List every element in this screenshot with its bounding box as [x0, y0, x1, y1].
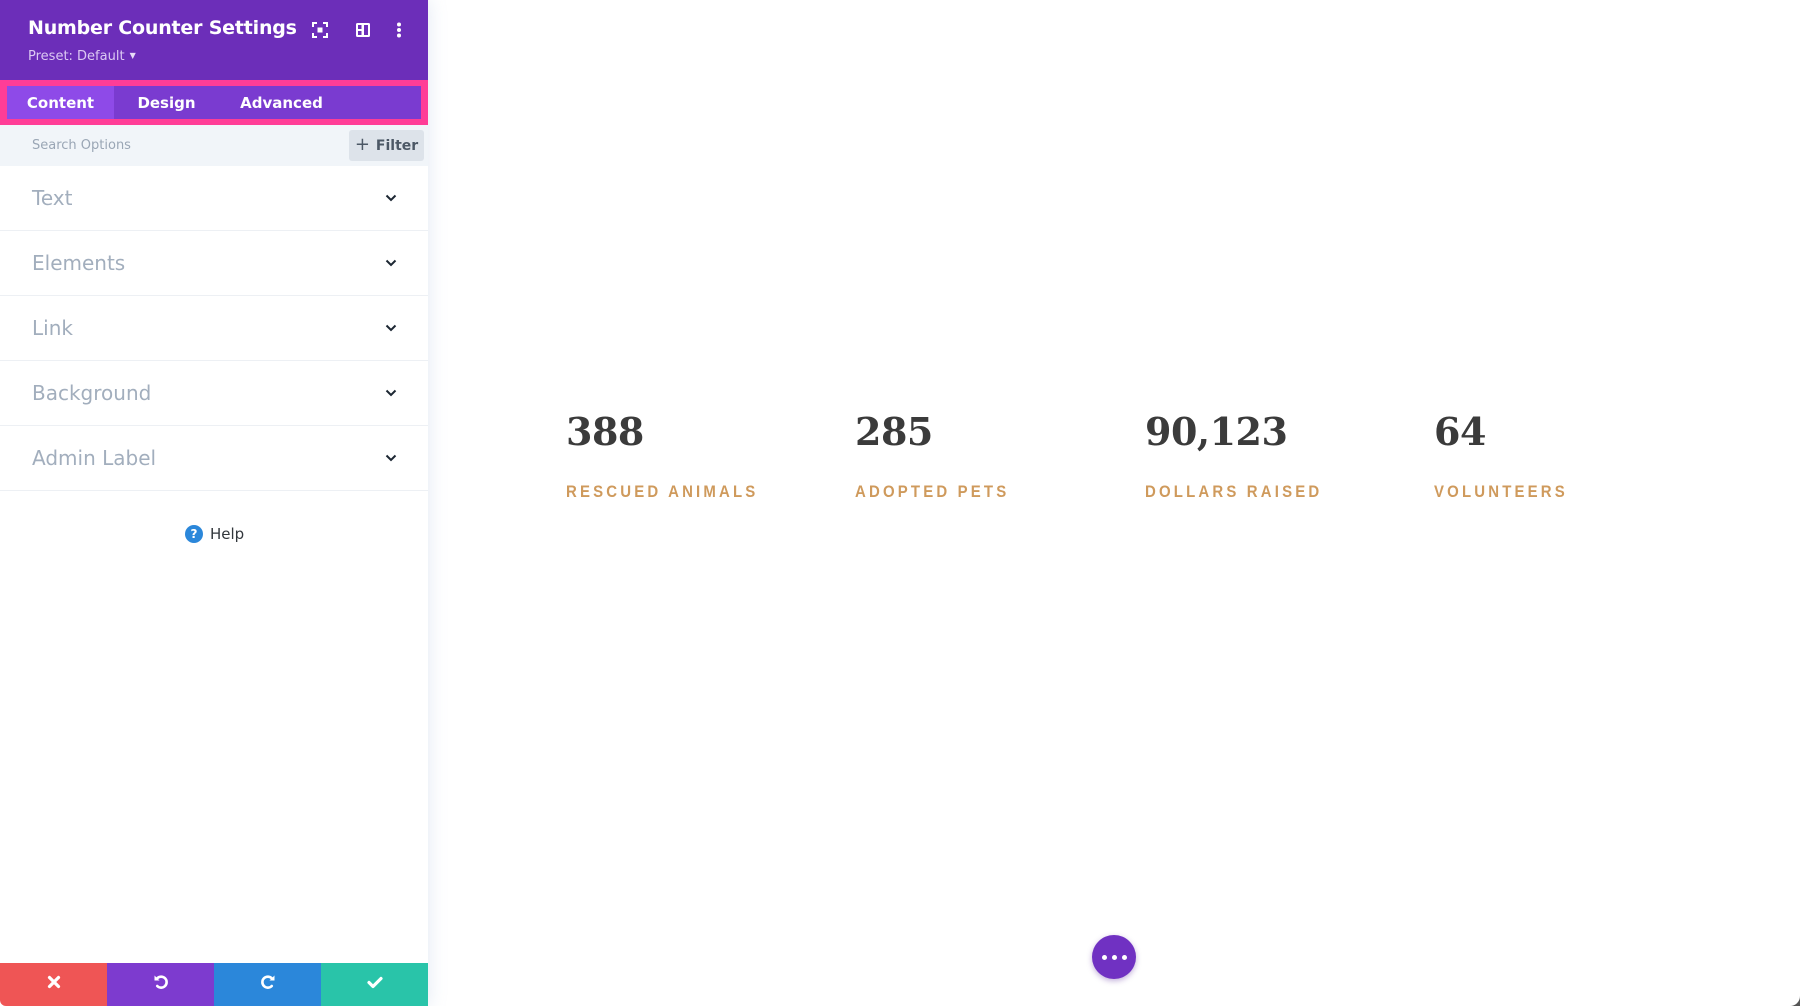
- more-options-icon[interactable]: [389, 20, 409, 40]
- section-label: Text: [32, 186, 73, 210]
- save-button[interactable]: [321, 963, 428, 1006]
- chevron-down-icon: [384, 258, 398, 268]
- number-counter[interactable]: 388 RESCUED ANIMALS: [566, 408, 785, 502]
- section-text[interactable]: Text: [0, 166, 428, 231]
- search-row: + Filter: [0, 125, 428, 166]
- redo-icon: [260, 974, 276, 995]
- preset-label: Preset: Default: [28, 49, 125, 64]
- undo-button[interactable]: [107, 963, 214, 1006]
- tab-content[interactable]: Content: [7, 86, 114, 119]
- plus-icon: +: [354, 133, 370, 155]
- chevron-down-icon: [384, 388, 398, 398]
- chevron-down-icon: [384, 323, 398, 333]
- counter-number: 64: [1434, 409, 1486, 454]
- close-icon: [47, 975, 61, 994]
- split-view-icon[interactable]: [353, 20, 373, 40]
- more-horizontal-icon-dot: [1101, 954, 1107, 960]
- section-admin-label[interactable]: Admin Label: [0, 426, 428, 491]
- counter-number: 285: [855, 409, 933, 454]
- counter-number: 90,123: [1145, 409, 1288, 454]
- number-counter[interactable]: 90,123 DOLLARS RAISED: [1145, 408, 1347, 502]
- action-bar: [0, 963, 428, 1006]
- counter-label: RESCUED ANIMALS: [566, 482, 759, 501]
- counter-label: ADOPTED PETS: [855, 482, 1010, 501]
- tab-bar: Content Design Advanced: [7, 86, 421, 119]
- panel-title: Number Counter Settings: [28, 17, 297, 39]
- more-horizontal-icon-dot: [1111, 954, 1117, 960]
- caret-down-icon: ▼: [129, 51, 136, 60]
- help-icon: ?: [185, 525, 203, 543]
- section-label: Background: [32, 381, 152, 405]
- page-settings-button[interactable]: [1092, 935, 1136, 979]
- help-label: Help: [210, 525, 245, 543]
- number-counter[interactable]: 64 VOLUNTEERS: [1434, 408, 1586, 502]
- section-background[interactable]: Background: [0, 361, 428, 426]
- more-horizontal-icon-dot: [1121, 954, 1127, 960]
- number-counter[interactable]: 285 ADOPTED PETS: [855, 408, 1030, 502]
- cancel-button[interactable]: [0, 963, 107, 1006]
- check-icon: [366, 976, 383, 994]
- redo-button[interactable]: [214, 963, 321, 1006]
- section-label: Elements: [32, 251, 126, 275]
- tab-bar-highlight: Content Design Advanced: [0, 80, 428, 125]
- filter-button[interactable]: + Filter: [349, 130, 424, 161]
- help-link[interactable]: ? Help: [185, 525, 244, 543]
- tab-design[interactable]: Design: [114, 86, 219, 119]
- filter-label: Filter: [375, 137, 419, 154]
- expand-icon[interactable]: [310, 20, 330, 40]
- chevron-down-icon: [384, 193, 398, 203]
- preset-dropdown[interactable]: Preset: Default ▼: [28, 49, 136, 64]
- settings-panel: Number Counter Settings Preset: Default ▼: [0, 0, 428, 1006]
- counter-label: DOLLARS RAISED: [1145, 482, 1323, 501]
- section-link[interactable]: Link: [0, 296, 428, 361]
- undo-icon: [153, 974, 169, 995]
- counter-number: 388: [566, 409, 644, 454]
- search-options-input[interactable]: [0, 125, 340, 166]
- option-groups: Text Elements Link Background Admin Labe…: [0, 166, 428, 491]
- panel-header: Number Counter Settings Preset: Default ▼: [0, 0, 428, 80]
- tab-advanced[interactable]: Advanced: [219, 86, 344, 119]
- counter-label: VOLUNTEERS: [1434, 482, 1568, 501]
- section-elements[interactable]: Elements: [0, 231, 428, 296]
- section-label: Link: [32, 316, 73, 340]
- chevron-down-icon: [384, 453, 398, 463]
- section-label: Admin Label: [32, 446, 157, 470]
